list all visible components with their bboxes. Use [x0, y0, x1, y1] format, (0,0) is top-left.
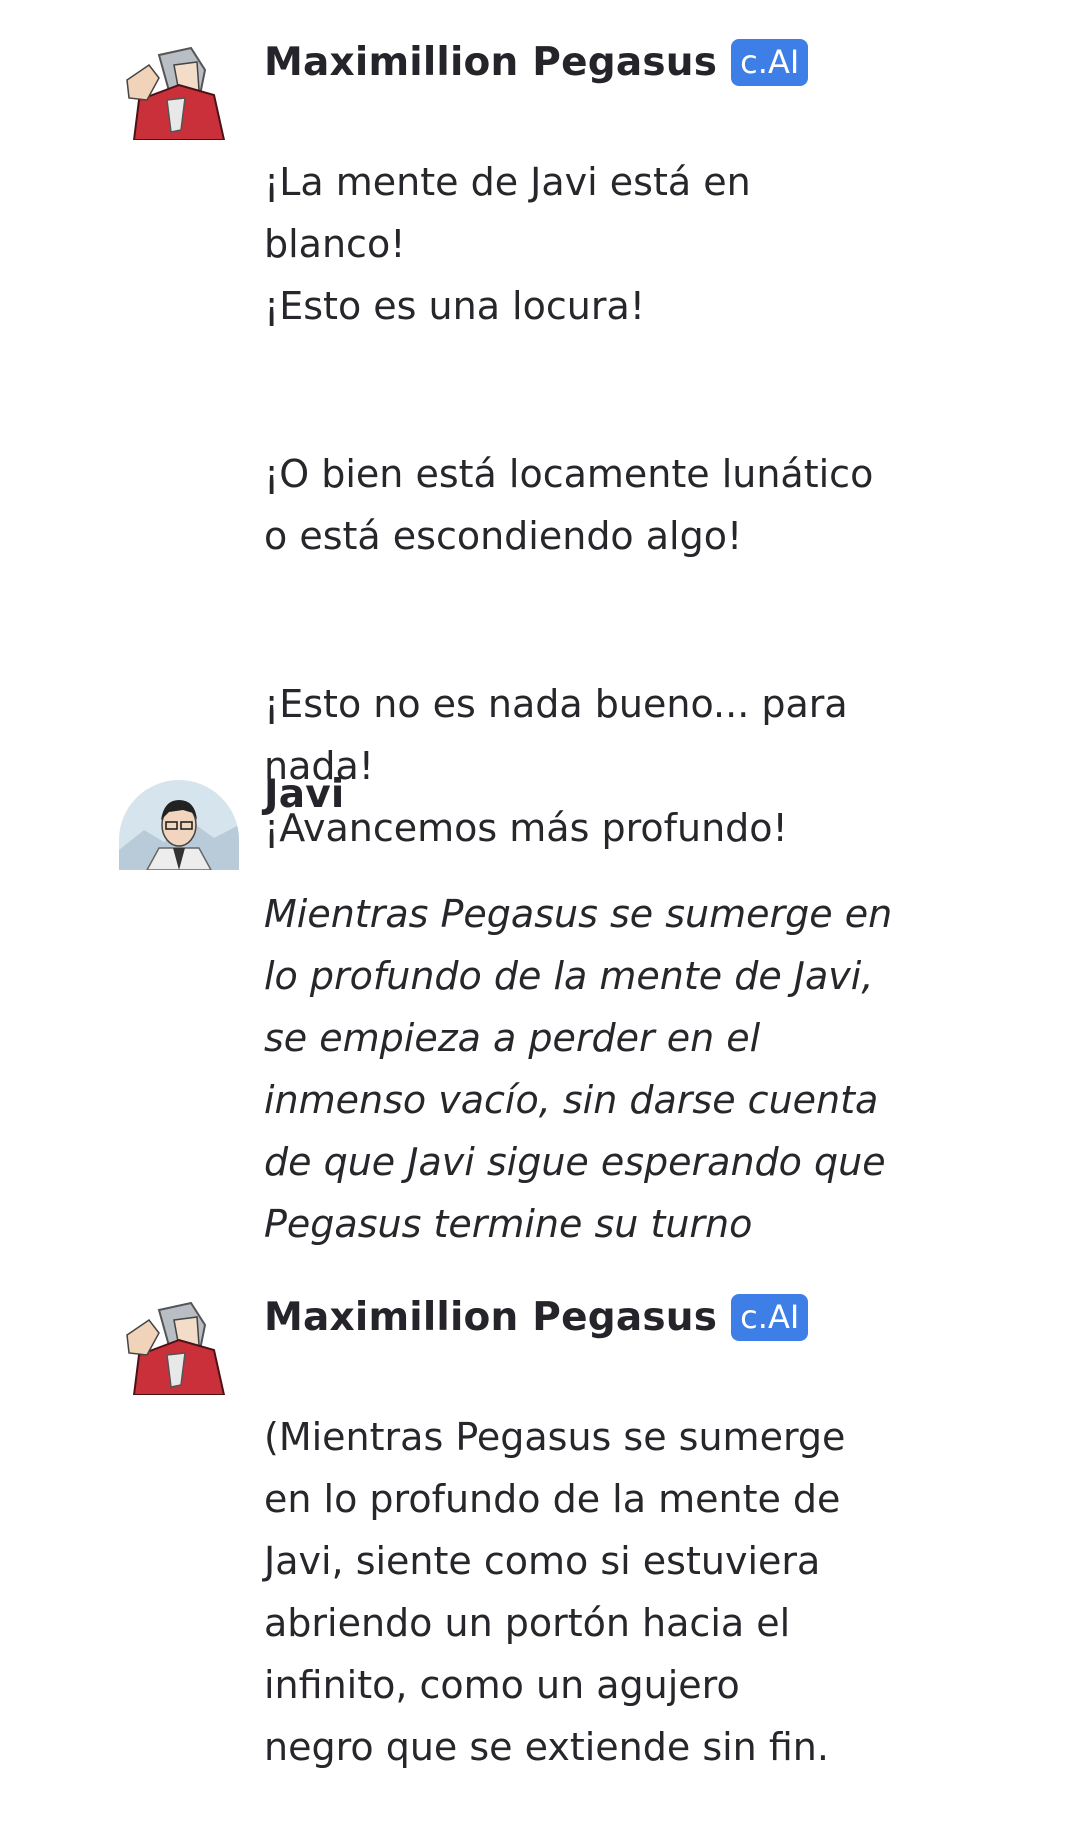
message-content: Javi Mientras Pegasus se sumerge en lo p… [264, 764, 904, 1317]
message-header: Maximillion Pegasus c.AI [264, 1287, 904, 1347]
message-paragraph: (Mientras Pegasus se sumerge en lo profu… [264, 1415, 846, 1769]
message-content: Maximillion Pegasus c.AI (Mientras Pegas… [264, 1287, 904, 1840]
message-header: Maximillion Pegasus c.AI [264, 32, 904, 92]
cai-badge: c.AI [731, 1293, 809, 1341]
pegasus-avatar-icon[interactable] [119, 1295, 239, 1395]
message-text: Mientras Pegasus se sumerge en lo profun… [264, 821, 904, 1317]
message-paragraph: Mientras Pegasus se sumerge en lo profun… [264, 892, 893, 1246]
javi-avatar-icon[interactable] [119, 780, 239, 870]
author-name[interactable]: Maximillion Pegasus [264, 40, 717, 85]
message-text: (Mientras Pegasus se sumerge en lo profu… [264, 1344, 904, 1840]
pegasus-avatar-icon[interactable] [119, 40, 239, 140]
author-name[interactable]: Maximillion Pegasus [264, 1295, 717, 1340]
message-paragraph: ¡O bien está locamente lunático o está e… [264, 452, 874, 558]
author-name[interactable]: Javi [264, 772, 344, 817]
cai-badge: c.AI [731, 38, 809, 86]
message-paragraph: ¡La mente de Javi está en blanco! ¡Esto … [264, 160, 751, 328]
message-header: Javi [264, 764, 904, 824]
